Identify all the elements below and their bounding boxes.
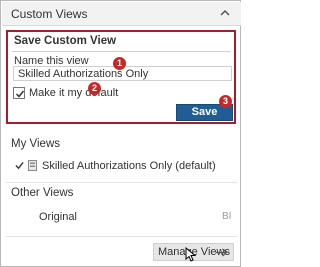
other-views-title: Other Views xyxy=(11,187,74,199)
divider xyxy=(6,236,237,237)
save-section-title: Save Custom View xyxy=(14,35,117,47)
my-view-label: Skilled Authorizations Only (default) xyxy=(42,160,216,172)
divider xyxy=(12,51,230,52)
mouse-cursor-icon xyxy=(185,247,196,262)
checkmark-icon xyxy=(15,90,25,98)
view-owner-tag: BI xyxy=(222,211,232,222)
annotation-badge-2: 2 xyxy=(88,82,101,95)
view-thumbnail-icon xyxy=(28,160,37,171)
divider xyxy=(6,182,237,183)
make-default-checkbox[interactable] xyxy=(13,87,25,99)
panel-title: Custom Views xyxy=(11,7,88,21)
my-views-title: My Views xyxy=(11,138,60,150)
custom-views-panel: Custom Views Save Custom View Name this … xyxy=(0,0,241,267)
checkmark-icon xyxy=(15,161,24,170)
arrow-right-icon xyxy=(216,248,228,257)
panel-header[interactable]: Custom Views xyxy=(2,2,241,26)
other-view-original[interactable]: Original xyxy=(39,211,77,223)
save-custom-view-section: Save Custom View Name this view Make it … xyxy=(6,30,236,124)
make-default-label: Make it my default xyxy=(29,87,119,99)
annotation-badge-3: 3 xyxy=(219,95,232,108)
annotation-badge-1: 1 xyxy=(113,57,126,70)
chevron-up-icon[interactable] xyxy=(219,8,231,18)
